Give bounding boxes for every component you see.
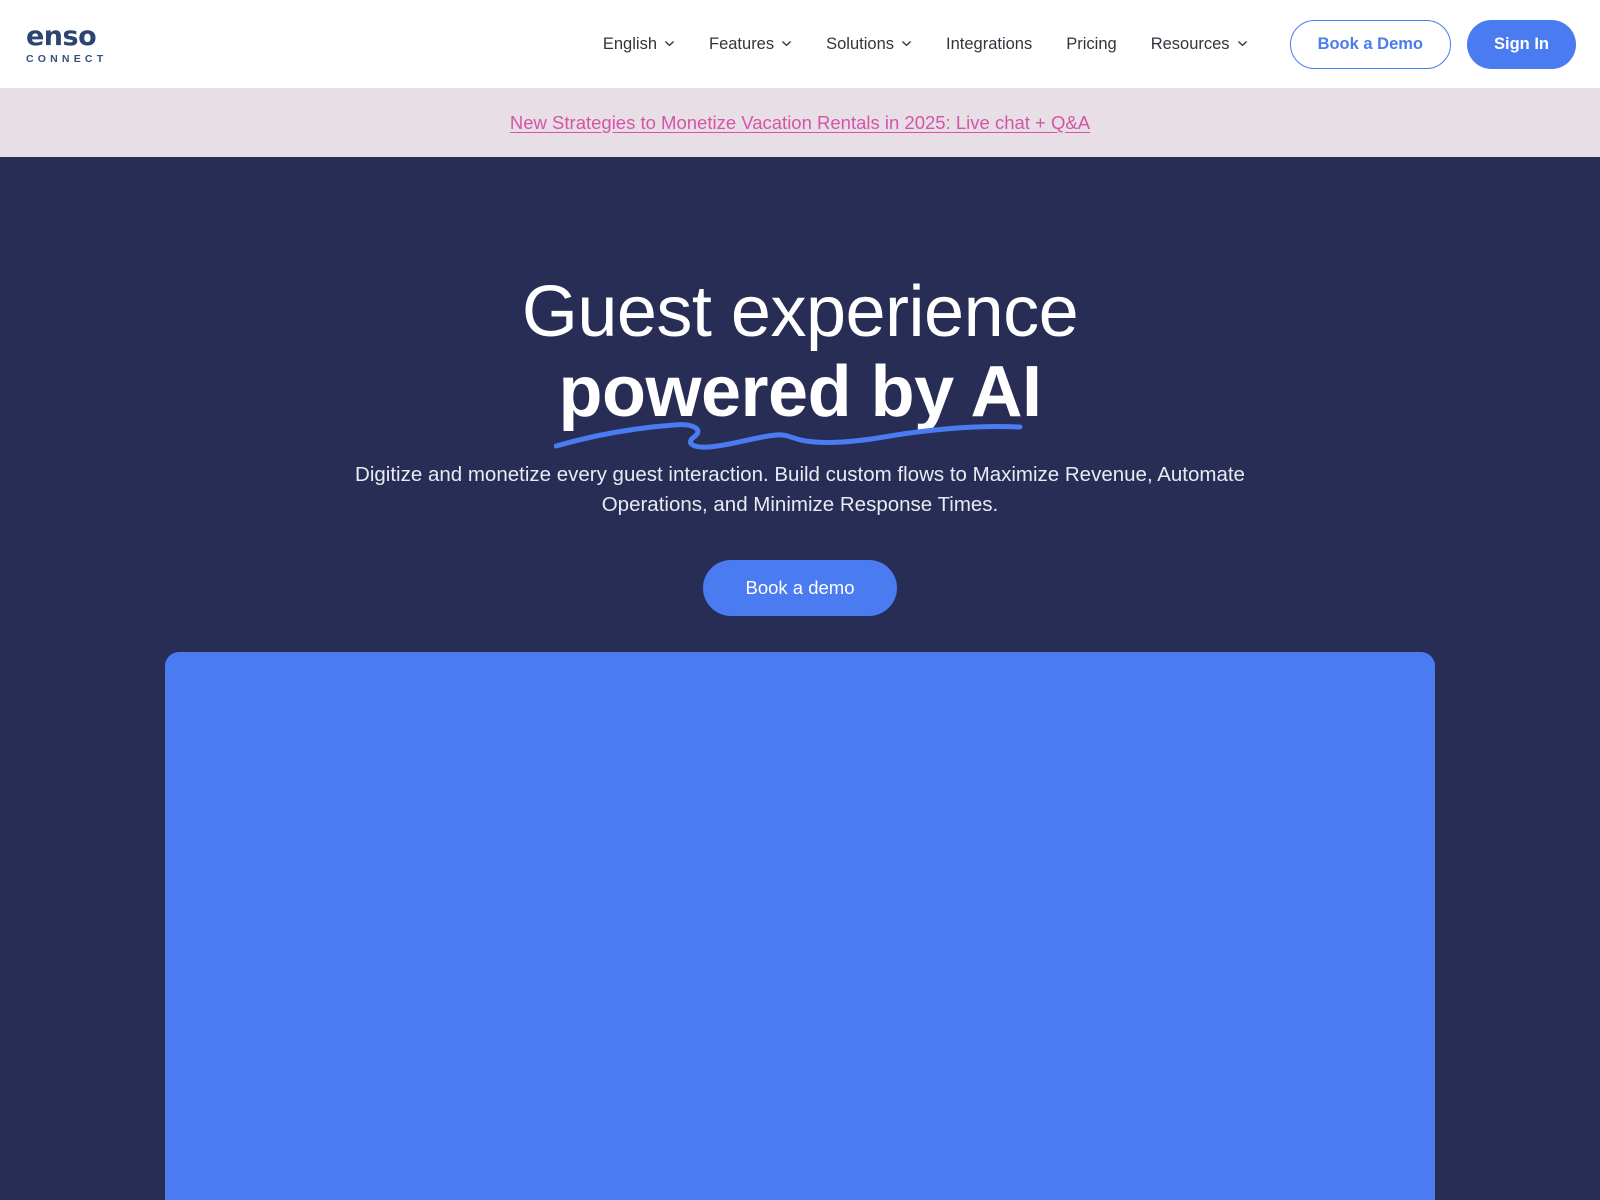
chevron-down-icon [664, 38, 675, 49]
hero-subtitle: Digitize and monetize every guest intera… [355, 463, 1245, 517]
logo-wordmark: enso [26, 21, 97, 53]
hero-content: Guest experience powered by AI Digitize … [0, 157, 1600, 616]
hero-title-line-1: Guest experience [521, 272, 1079, 352]
hero-book-demo-button[interactable]: Book a demo [703, 559, 897, 616]
nav-label-integrations: Integrations [946, 34, 1033, 53]
chevron-down-icon [781, 38, 792, 49]
announcement-link[interactable]: New Strategies to Monetize Vacation Rent… [510, 112, 1090, 134]
primary-nav: English Features Solutions Integrations [586, 27, 1265, 62]
hero-section: Guest experience powered by AI Digitize … [0, 157, 1600, 1200]
nav-label-features: Features [709, 34, 775, 53]
nav-right-group: English Features Solutions Integrations [586, 19, 1576, 69]
chevron-down-icon [1237, 38, 1248, 49]
hero-title-line-2: powered by AI [558, 352, 1042, 433]
nav-item-solutions[interactable]: Solutions [809, 27, 929, 62]
page-title: Guest experience powered by AI [0, 272, 1600, 450]
book-a-demo-button[interactable]: Book a Demo [1289, 19, 1451, 69]
nav-item-pricing[interactable]: Pricing [1049, 27, 1133, 62]
nav-label-pricing: Pricing [1066, 34, 1117, 53]
nav-item-english[interactable]: English [586, 27, 692, 62]
site-header: enso CONNECT English Features Solutions [0, 0, 1600, 88]
nav-label-solutions: Solutions [826, 34, 895, 53]
nav-label-english: English [602, 34, 657, 53]
announcement-banner: New Strategies to Monetize Vacation Rent… [0, 88, 1600, 157]
nav-item-integrations[interactable]: Integrations [929, 27, 1049, 62]
hero-title-line-2-wrap: powered by AI [553, 352, 1042, 450]
nav-item-resources[interactable]: Resources [1134, 27, 1265, 62]
logo-subtext: CONNECT [26, 53, 108, 66]
hero-media-panel[interactable] [165, 652, 1435, 1200]
sign-in-button[interactable]: Sign In [1467, 19, 1576, 69]
site-logo[interactable]: enso CONNECT [26, 23, 107, 65]
nav-label-resources: Resources [1150, 34, 1230, 53]
chevron-down-icon [901, 38, 912, 49]
nav-item-features[interactable]: Features [692, 27, 809, 62]
